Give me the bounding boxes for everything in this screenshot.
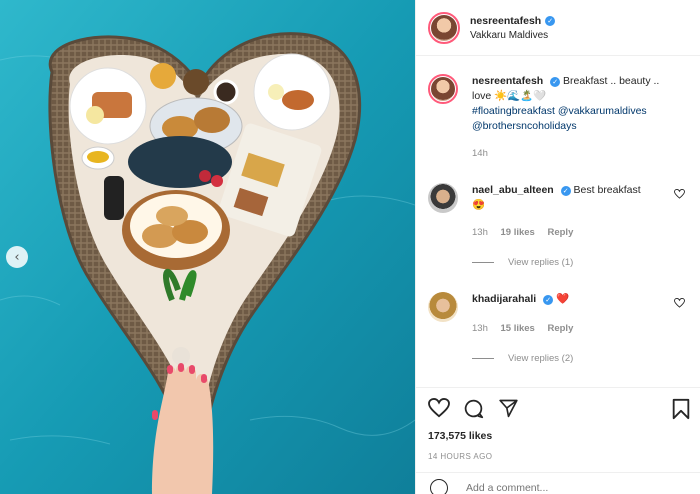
post-photo: ‹ (0, 0, 415, 494)
heart-outline-icon[interactable] (674, 189, 685, 199)
view-replies-button[interactable]: View replies (2) (472, 353, 700, 364)
emoji-icon[interactable] (430, 478, 448, 494)
reply-button[interactable]: Reply (547, 323, 573, 334)
avatar[interactable] (428, 11, 460, 44)
avatar[interactable] (428, 74, 458, 104)
comment-text: Best breakfast (573, 184, 641, 196)
divider (472, 262, 494, 263)
hashtag-link[interactable]: #floatingbreakfast (472, 105, 555, 117)
add-comment-input[interactable] (466, 481, 666, 494)
save-button[interactable] (671, 398, 691, 420)
comment-username[interactable]: khadijarahali (472, 293, 536, 305)
mention-link[interactable]: @brothersncoholidays (472, 120, 577, 132)
comments-list[interactable]: nesreentafesh ✓ Breakfast .. beauty .. l… (416, 66, 700, 386)
comment-item: nael_abu_alteen ✓ Best breakfast 😍 13h 1… (428, 183, 700, 240)
caption-username[interactable]: nesreentafesh (472, 75, 543, 87)
verified-badge-icon: ✓ (560, 186, 571, 196)
comment-age: 13h (472, 323, 488, 334)
post-timestamp[interactable]: 14 HOURS AGO (428, 452, 492, 461)
post-side-panel: nesreentafesh ✓ Vakkaru Maldives nesreen… (415, 0, 700, 494)
comment-age: 13h (472, 227, 488, 238)
comment-button[interactable] (463, 398, 484, 419)
previous-photo-button[interactable]: ‹ (6, 246, 28, 268)
mention-link[interactable]: @vakkarumaldives (558, 105, 647, 117)
verified-badge-icon: ✓ (545, 15, 556, 26)
share-button[interactable] (498, 398, 519, 418)
divider (472, 358, 494, 359)
post-username[interactable]: nesreentafesh (470, 15, 541, 27)
post-actions: 173,575 likes 14 HOURS AGO (416, 387, 700, 494)
like-button[interactable] (428, 398, 450, 418)
comment-likes[interactable]: 15 likes (501, 323, 535, 334)
caption-age: 14h (472, 148, 488, 159)
verified-badge-icon: ✓ (543, 295, 554, 305)
view-replies-label: View replies (2) (508, 353, 574, 364)
comment-text: ❤️ (556, 293, 570, 305)
view-replies-label: View replies (1) (508, 257, 574, 268)
comment-likes[interactable]: 19 likes (501, 227, 535, 238)
comment-username[interactable]: nael_abu_alteen (472, 184, 554, 196)
comment-item: khadijarahali ✓ ❤️ 13h 15 likes Reply (428, 292, 700, 336)
reply-button[interactable]: Reply (547, 227, 573, 238)
caption: nesreentafesh ✓ Breakfast .. beauty .. l… (428, 74, 700, 161)
like-count[interactable]: 173,575 likes (428, 430, 492, 442)
post-header: nesreentafesh ✓ Vakkaru Maldives (416, 0, 700, 56)
chevron-left-icon: ‹ (14, 249, 20, 265)
heart-outline-icon[interactable] (674, 298, 685, 308)
comment-emoji: 😍 (472, 199, 486, 211)
add-comment-bar (416, 472, 700, 494)
view-replies-button[interactable]: View replies (1) (472, 257, 700, 268)
floating-breakfast-image (0, 0, 415, 494)
avatar[interactable] (428, 183, 458, 213)
post-location[interactable]: Vakkaru Maldives (470, 30, 555, 41)
verified-badge-icon: ✓ (550, 77, 561, 87)
avatar[interactable] (428, 292, 458, 322)
